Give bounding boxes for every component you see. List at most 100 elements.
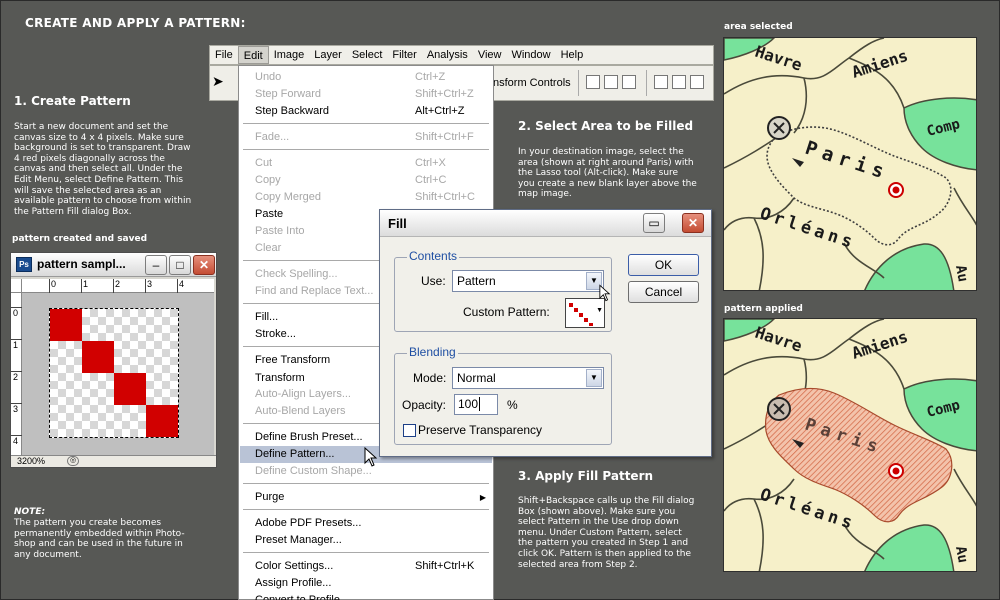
menu-window[interactable]: Window [506,46,555,64]
step1-line: background is set to transparent. Draw [14,143,191,154]
dialog-close-button[interactable]: ✕ [682,213,704,233]
edit-menu-item-color-settings[interactable]: Color Settings... Shift+Ctrl+K [240,558,492,575]
edit-menu-item-fade[interactable]: Fade... Shift+Ctrl+F [240,129,492,146]
mode-dropdown[interactable]: Normal ▼ [452,367,604,389]
chevron-down-icon[interactable]: ▼ [586,369,602,387]
menu-separator [243,483,489,484]
preserve-transparency-label: Preserve Transparency [418,423,543,437]
menu-item-label: Auto-Blend Layers [255,405,346,417]
edit-menu-item-convert-to-profile[interactable]: Convert to Profile... [240,592,492,600]
transform-controls-label[interactable]: nsform Controls [493,77,571,89]
mouse-cursor-icon [599,284,611,305]
menu-item-label: Paste [255,208,284,220]
edit-menu-item-purge[interactable]: Purge ▶ [240,489,492,506]
menu-view[interactable]: View [473,46,507,64]
map-image: Havre Amiens Paris Orléans Comp Au [724,319,976,571]
menu-analysis[interactable]: Analysis [422,46,473,64]
pattern-canvas[interactable] [49,308,179,438]
step2-heading: 2. Select Area to be Filled [518,119,694,133]
close-button[interactable]: ✕ [193,255,215,275]
red-pixel [114,373,146,405]
menu-help[interactable]: Help [556,46,589,64]
note-line: The pattern you create becomes [14,518,162,528]
menu-item-shortcut: Ctrl+C [415,174,447,186]
edit-menu-item-step-backward[interactable]: Step Backward Alt+Ctrl+Z [240,103,492,120]
map2-caption: pattern applied [724,304,803,314]
photoshop-document-icon: Ps [16,257,32,272]
step2-line: area (shown at right around Paris) with [518,157,694,168]
step3-line: the pattern you created in Step 1 and [518,538,689,549]
menu-item-shortcut: Shift+Ctrl+F [415,131,474,143]
status-menu-icon[interactable]: ◎ [67,456,79,466]
align-left-icon[interactable] [654,75,668,89]
menu-select[interactable]: Select [347,46,388,64]
use-dropdown[interactable]: Pattern ▼ [452,270,604,292]
menu-image[interactable]: Image [269,46,310,64]
step3-line: Box (shown above). Make sure you [518,506,676,517]
menu-item-shortcut: Ctrl+X [415,157,446,169]
menu-item-label: Stroke... [255,328,296,340]
edit-menu-item-assign-profile[interactable]: Assign Profile... [240,575,492,592]
align-top-icon[interactable] [586,75,600,89]
pattern-window-titlebar[interactable]: Ps pattern sampl... – □ ✕ [11,253,216,277]
menu-item-label: Transform [255,372,305,384]
step1-line: canvas and then select all. Under the [14,164,183,175]
maximize-button[interactable]: □ [169,255,191,275]
menu-edit[interactable]: Edit [237,46,269,64]
step2-text: In your destination image, select the are… [518,147,718,200]
menu-item-shortcut: Shift+Ctrl+C [415,191,475,203]
map-pattern-applied: Havre Amiens Paris Orléans Comp Au [723,318,977,572]
step3-line: select Pattern in the Use drop down [518,517,679,528]
menu-filter[interactable]: Filter [387,46,421,64]
pattern-sample-window: Ps pattern sampl... – □ ✕ 0 1 2 3 4 0 1 2 3 4 32… [10,252,217,468]
pattern-swatch [568,301,596,327]
custom-pattern-label: Custom Pattern: [463,305,550,319]
menu-item-shortcut: Shift+Ctrl+K [415,560,475,572]
menu-item-label: Define Pattern... [255,448,335,460]
align-vcenter-icon[interactable] [604,75,618,89]
menu-item-label: Assign Profile... [255,577,332,589]
align-right-icon[interactable] [690,75,704,89]
minimize-button[interactable]: – [145,255,167,275]
menu-item-label: Color Settings... [255,560,334,572]
ruler-tick [113,279,114,293]
use-label: Use: [421,274,446,288]
menu-separator [243,123,489,124]
menu-item-label: Check Spelling... [255,268,338,280]
note-line: shop and can be used in the future in [14,539,183,550]
pattern-picker-arrow-icon[interactable]: ▼ [596,307,603,314]
edit-menu-item-copy[interactable]: Copy Ctrl+C [240,172,492,189]
ruler-tick [11,371,22,372]
opacity-input[interactable]: 100 [454,394,498,415]
red-pixel [146,405,178,437]
ruler-tick [49,279,50,293]
restore-button[interactable]: ▭ [643,213,665,233]
menu-separator [243,552,489,553]
edit-menu-item-copy-merged[interactable]: Copy Merged Shift+Ctrl+C [240,189,492,206]
map-label-au: Au [952,545,971,564]
fill-dialog-titlebar[interactable]: Fill ▭ ✕ [380,210,711,237]
align-hcenter-icon[interactable] [672,75,686,89]
menu-item-label: Step Forward [255,88,322,100]
align-bottom-icon[interactable] [622,75,636,89]
menu-item-label: Convert to Profile... [255,594,350,600]
red-pixel [82,341,114,373]
page-title: CREATE AND APPLY A PATTERN: [25,16,246,30]
edit-menu-item-preset-manager[interactable]: Preset Manager... [240,532,492,549]
ok-button[interactable]: OK [628,254,699,276]
step3-heading: 3. Apply Fill Pattern [518,469,654,483]
edit-menu-item-cut[interactable]: Cut Ctrl+X [240,155,492,172]
ruler-tick [145,279,146,293]
menu-layer[interactable]: Layer [309,46,347,64]
edit-menu-item-adobe-pdf-presets[interactable]: Adobe PDF Presets... [240,515,492,532]
mode-value: Normal [457,371,496,385]
cancel-button[interactable]: Cancel [628,281,699,303]
ruler-corner [11,279,22,293]
edit-menu-item-undo[interactable]: Undo Ctrl+Z [240,69,492,86]
edit-menu-item-step-forward[interactable]: Step Forward Shift+Ctrl+Z [240,86,492,103]
menu-file[interactable]: File [210,46,238,64]
step2-line: you create a new blank layer above the [518,178,697,189]
move-tool-icon[interactable]: ➤ [212,73,226,93]
preserve-transparency-checkbox[interactable] [403,424,416,437]
step2-line: the Lasso tool (Alt-click). Make sure [518,168,679,179]
